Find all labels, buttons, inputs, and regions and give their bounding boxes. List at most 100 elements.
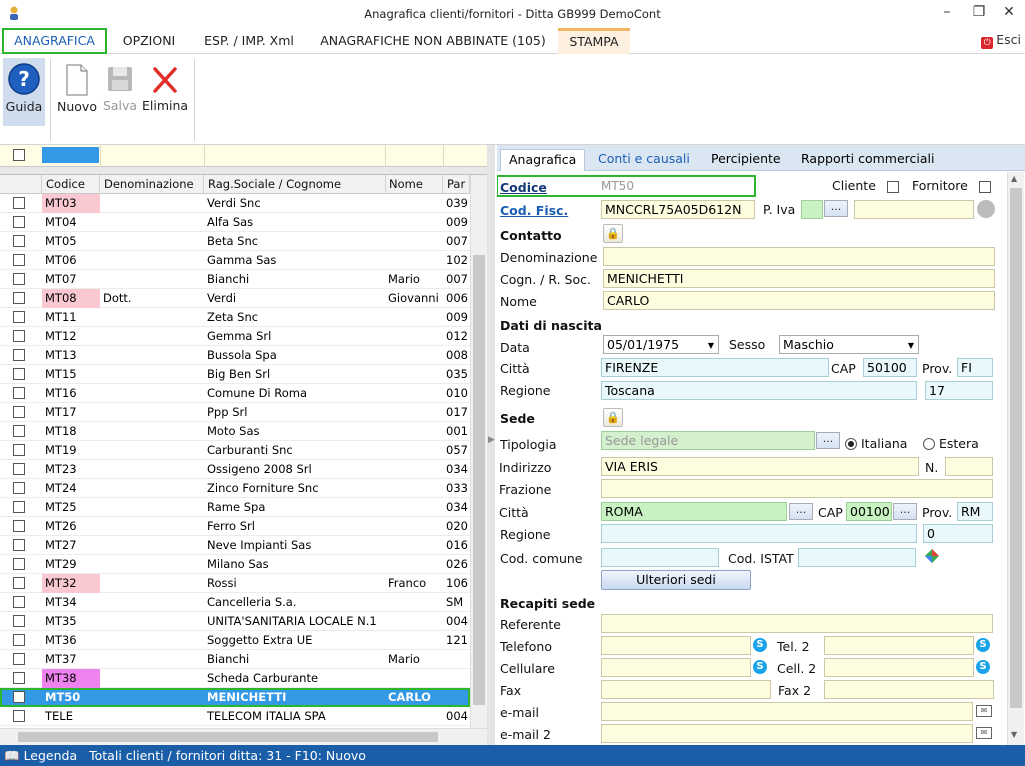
row-select-checkbox[interactable] bbox=[13, 444, 25, 456]
cliente-checkbox[interactable] bbox=[887, 181, 899, 193]
cell-partita[interactable]: 033 bbox=[443, 479, 470, 498]
row-checkbox[interactable] bbox=[0, 650, 42, 669]
cell-ragione-sociale[interactable]: Rame Spa bbox=[204, 498, 386, 517]
cell-denominazione[interactable] bbox=[100, 441, 204, 460]
table-row[interactable]: MT05 Beta Snc 007 bbox=[0, 232, 470, 251]
cell-ragione-sociale[interactable]: Gemma Srl bbox=[204, 327, 386, 346]
italiana-radio[interactable]: Italiana bbox=[845, 436, 907, 451]
codistat-input[interactable] bbox=[798, 548, 916, 567]
table-row[interactable]: MT27 Neve Impianti Sas 016 bbox=[0, 536, 470, 555]
cell-nome[interactable] bbox=[385, 631, 443, 650]
citta-nascita-input[interactable]: FIRENZE bbox=[601, 358, 829, 377]
cell-nome[interactable] bbox=[385, 365, 443, 384]
cell-partita[interactable] bbox=[443, 650, 470, 669]
cell-partita[interactable]: SM bbox=[443, 593, 470, 612]
lock-icon[interactable]: 🔒 bbox=[603, 224, 623, 243]
cell-denominazione[interactable] bbox=[100, 365, 204, 384]
row-checkbox[interactable] bbox=[0, 555, 42, 574]
cell-nome[interactable] bbox=[385, 251, 443, 270]
piva-input[interactable] bbox=[854, 200, 974, 219]
row-checkbox[interactable] bbox=[0, 574, 42, 593]
cell-nome[interactable] bbox=[385, 213, 443, 232]
cell-partita[interactable]: 102 bbox=[443, 251, 470, 270]
cell-partita[interactable]: 007 bbox=[443, 270, 470, 289]
cell-ragione-sociale[interactable]: Comune Di Roma bbox=[204, 384, 386, 403]
cell-nome[interactable] bbox=[385, 327, 443, 346]
sede-prov-input[interactable]: RM bbox=[957, 502, 993, 521]
row-checkbox[interactable] bbox=[0, 384, 42, 403]
row-checkbox[interactable] bbox=[0, 251, 42, 270]
table-row[interactable]: MT18 Moto Sas 001 bbox=[0, 422, 470, 441]
skype-icon[interactable]: S bbox=[753, 660, 767, 674]
row-select-checkbox[interactable] bbox=[13, 577, 25, 589]
cell-denominazione[interactable] bbox=[100, 327, 204, 346]
row-select-checkbox[interactable] bbox=[13, 672, 25, 684]
tab-stampa[interactable]: STAMPA bbox=[558, 28, 630, 54]
cell-partita[interactable]: 009 bbox=[443, 308, 470, 327]
cell-ragione-sociale[interactable]: Cancelleria S.a. bbox=[204, 593, 386, 612]
cell-ragione-sociale[interactable]: Ppp Srl bbox=[204, 403, 386, 422]
cell-codice[interactable]: MT04 bbox=[42, 213, 100, 232]
tel2-input[interactable] bbox=[824, 636, 974, 655]
row-checkbox[interactable] bbox=[0, 536, 42, 555]
cell-ragione-sociale[interactable]: Big Ben Srl bbox=[204, 365, 386, 384]
cell-nome[interactable] bbox=[385, 308, 443, 327]
cell-denominazione[interactable] bbox=[100, 517, 204, 536]
tab-opzioni[interactable]: OPZIONI bbox=[110, 28, 188, 54]
row-checkbox[interactable] bbox=[0, 612, 42, 631]
cell-denominazione[interactable] bbox=[100, 194, 204, 213]
sede-regione-input[interactable] bbox=[601, 524, 917, 543]
cell-ragione-sociale[interactable]: Neve Impianti Sas bbox=[204, 536, 386, 555]
row-checkbox[interactable] bbox=[0, 688, 42, 707]
fax2-input[interactable] bbox=[824, 680, 994, 699]
legenda-link[interactable]: Legenda bbox=[24, 748, 78, 763]
skype-icon[interactable]: S bbox=[976, 660, 990, 674]
row-select-checkbox[interactable] bbox=[13, 520, 25, 532]
row-checkbox[interactable] bbox=[0, 707, 42, 726]
cell-nome[interactable] bbox=[385, 669, 443, 688]
row-checkbox[interactable] bbox=[0, 270, 42, 289]
tab-anagrafica-detail[interactable]: Anagrafica bbox=[500, 149, 586, 171]
chevron-right-icon[interactable]: ▶ bbox=[488, 435, 495, 445]
cell-partita[interactable] bbox=[443, 669, 470, 688]
lock-icon[interactable]: 🔒 bbox=[603, 408, 623, 427]
cell-ragione-sociale[interactable]: Milano Sas bbox=[204, 555, 386, 574]
email-input[interactable] bbox=[601, 702, 973, 721]
cell-partita[interactable]: 007 bbox=[443, 232, 470, 251]
codice-value[interactable]: MT50 bbox=[601, 179, 634, 193]
cell-ragione-sociale[interactable]: MENICHETTI bbox=[204, 688, 386, 707]
cell-partita[interactable]: 004 bbox=[443, 612, 470, 631]
table-row[interactable]: MT35 UNITA'SANITARIA LOCALE N.1 004 bbox=[0, 612, 470, 631]
cell-denominazione[interactable] bbox=[100, 403, 204, 422]
cell-ragione-sociale[interactable]: Bussola Spa bbox=[204, 346, 386, 365]
table-row[interactable]: MT38 Scheda Carburante bbox=[0, 669, 470, 688]
radio-unselected[interactable] bbox=[923, 438, 935, 450]
filter-code-cell[interactable] bbox=[42, 147, 99, 163]
cell-codice[interactable]: MT18 bbox=[42, 422, 100, 441]
table-row[interactable]: TELE TELECOM ITALIA SPA 004 bbox=[0, 707, 470, 726]
table-row[interactable]: MT26 Ferro Srl 020 bbox=[0, 517, 470, 536]
cell-codice[interactable]: MT27 bbox=[42, 536, 100, 555]
nuovo-button[interactable]: Nuovo bbox=[55, 58, 99, 128]
civico-input[interactable] bbox=[945, 457, 993, 476]
detail-vertical-scrollbar[interactable]: ▲ ▼ bbox=[1007, 172, 1024, 745]
cell-ragione-sociale[interactable]: Bianchi bbox=[204, 650, 386, 669]
row-select-checkbox[interactable] bbox=[13, 615, 25, 627]
cell-nome[interactable]: Mario bbox=[385, 650, 443, 669]
mail-icon[interactable]: ✉ bbox=[976, 705, 992, 717]
radio-selected[interactable] bbox=[845, 438, 857, 450]
data-nascita-input[interactable]: 05/01/1975 ▼ bbox=[603, 335, 719, 354]
cell-ragione-sociale[interactable]: Carburanti Snc bbox=[204, 441, 386, 460]
table-row[interactable]: MT15 Big Ben Srl 035 bbox=[0, 365, 470, 384]
row-checkbox[interactable] bbox=[0, 460, 42, 479]
exit-button[interactable]: ⏻ Esci bbox=[981, 32, 1021, 49]
cell-ragione-sociale[interactable]: Scheda Carburante bbox=[204, 669, 386, 688]
row-select-checkbox[interactable] bbox=[13, 406, 25, 418]
cell-denominazione[interactable] bbox=[100, 213, 204, 232]
cell-nome[interactable] bbox=[385, 612, 443, 631]
frazione-input[interactable] bbox=[601, 479, 993, 498]
cell-nome[interactable] bbox=[385, 194, 443, 213]
cell-denominazione[interactable] bbox=[100, 251, 204, 270]
cell-codice[interactable]: TELE bbox=[42, 707, 100, 726]
cell-nome[interactable] bbox=[385, 555, 443, 574]
